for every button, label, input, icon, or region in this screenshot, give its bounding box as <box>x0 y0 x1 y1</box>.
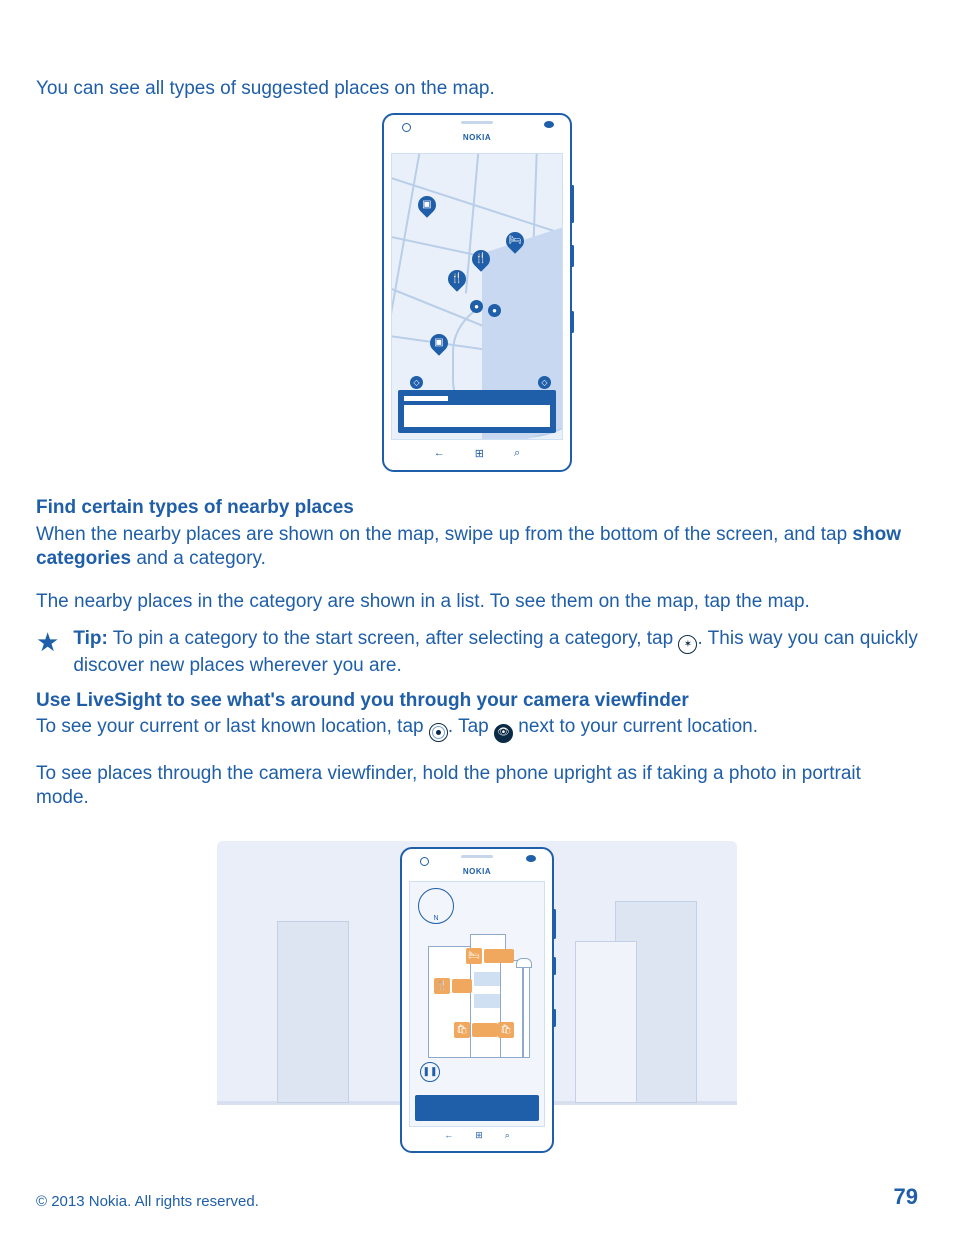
body-text: The nearby places in the category are sh… <box>36 590 918 614</box>
back-nav-icon: ← <box>444 1130 453 1146</box>
map-pin-shop-icon: ◇ <box>410 376 423 389</box>
body-text: and a category. <box>131 548 266 569</box>
body-text: . Tap <box>448 716 494 737</box>
map-pin-camera-icon: ▣ <box>426 331 451 356</box>
speaker-icon <box>461 855 493 858</box>
camera-hole-icon <box>402 123 411 132</box>
page-number: 79 <box>894 1184 918 1210</box>
map-screenshot-illustration: NOKIA ▣ 🍴 🍴 🛏 ▣ ● <box>36 113 918 472</box>
sensor-icon <box>544 121 554 128</box>
home-nav-icon: ⊞ <box>475 1130 483 1146</box>
tip-label: Tip: <box>73 628 107 649</box>
pin-to-start-icon: ✶ <box>678 635 697 654</box>
livesight-eye-icon: 👁 <box>494 724 513 743</box>
current-location-icon <box>429 723 448 742</box>
livesight-illustration: NOKIA 🛏 🍴 � <box>36 841 918 1181</box>
home-nav-icon: ⊞ <box>475 447 484 463</box>
section-heading: Find certain types of nearby places <box>36 497 354 518</box>
search-nav-icon: ⌕ <box>505 1130 510 1146</box>
sensor-icon <box>526 855 536 862</box>
camera-hole-icon <box>420 857 429 866</box>
body-text: To see places through the camera viewfin… <box>36 762 918 811</box>
map-pin-camera-icon: ▣ <box>414 193 439 218</box>
tip-text: To pin a category to the start screen, a… <box>108 628 679 649</box>
copyright-text: © 2013 Nokia. All rights reserved. <box>36 1193 259 1210</box>
place-tag-shop-icon: 🛍 <box>454 1022 470 1038</box>
compass-icon <box>418 888 454 924</box>
speaker-icon <box>461 121 493 124</box>
body-text: next to your current location. <box>513 716 758 737</box>
place-tag-food-icon: 🍴 <box>434 978 450 994</box>
place-tag-shop-icon: 🛍 <box>498 1022 514 1038</box>
intro-text: You can see all types of suggested place… <box>36 77 918 101</box>
place-tag-hotel-icon: 🛏 <box>466 948 482 964</box>
body-text: To see your current or last known locati… <box>36 716 429 737</box>
tip-star-icon: ★ <box>36 629 59 655</box>
search-nav-icon: ⌕ <box>514 447 520 463</box>
body-text: When the nearby places are shown on the … <box>36 524 852 545</box>
section-heading: Use LiveSight to see what's around you t… <box>36 690 689 711</box>
bottom-sheet <box>398 390 556 433</box>
pause-button-icon: ❚❚ <box>420 1062 440 1082</box>
back-nav-icon: ← <box>434 447 445 463</box>
